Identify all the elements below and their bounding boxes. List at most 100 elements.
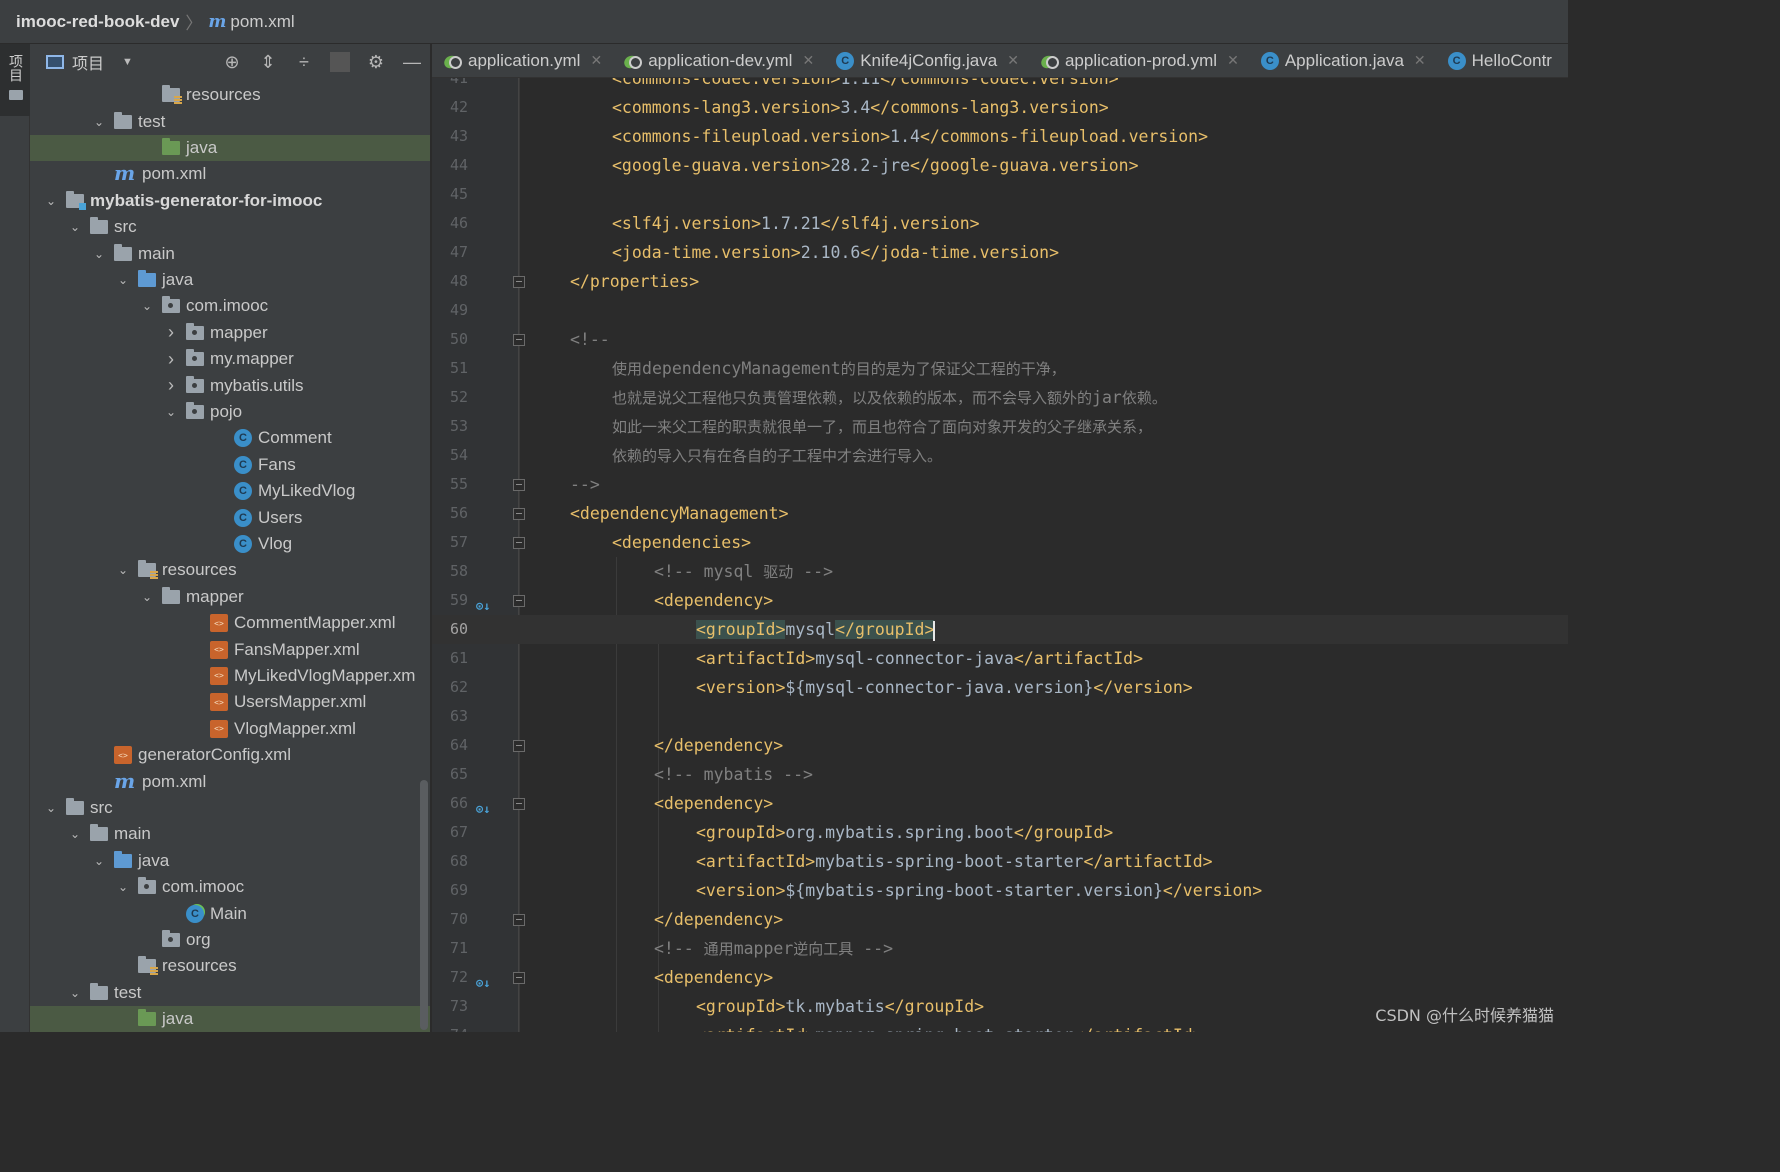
tree-item[interactable]: ⌄ com.imooc	[30, 293, 430, 319]
chevron-down-icon[interactable]: ⌄	[164, 405, 178, 419]
breadcrumb-file[interactable]: pom.xml	[230, 12, 294, 32]
fold-toggle-icon[interactable]	[513, 479, 525, 491]
fold-toggle-icon[interactable]	[513, 740, 525, 752]
tree-item[interactable]: ⌄ com.imooc	[30, 874, 430, 900]
chevron-right-icon[interactable]: ›	[164, 375, 178, 396]
tree-item[interactable]: ⌄CVlog	[30, 531, 430, 557]
chevron-down-icon[interactable]: ⌄	[140, 299, 154, 313]
tree-item[interactable]: ⌄CMain	[30, 900, 430, 926]
editor-tab[interactable]: application-dev.yml ✕	[612, 44, 824, 77]
expand-all-icon[interactable]: ⇕	[258, 52, 278, 73]
chevron-down-icon[interactable]: ⌄	[92, 247, 106, 261]
tree-item[interactable]: ⌄ test	[30, 108, 430, 134]
fold-toggle-icon[interactable]	[513, 508, 525, 520]
chevron-right-icon[interactable]: ›	[164, 349, 178, 370]
code-line[interactable]: 51 使用dependencyManagement的目的是为了保证父工程的干净，	[432, 354, 1568, 383]
code-line[interactable]: 70 </dependency>	[432, 905, 1568, 934]
fold-toggle-icon[interactable]	[513, 972, 525, 984]
tree-item[interactable]: ⌄java	[30, 267, 430, 293]
chevron-down-icon[interactable]: ⌄	[92, 854, 106, 868]
close-icon[interactable]: ✕	[802, 52, 814, 69]
fold-toggle-icon[interactable]	[513, 334, 525, 346]
tree-item[interactable]: ⌄<>UsersMapper.xml	[30, 689, 430, 715]
code-line[interactable]: 46 <slf4j.version>1.7.21</slf4j.version>	[432, 209, 1568, 238]
gear-icon[interactable]: ⚙	[366, 52, 386, 73]
code-line[interactable]: 69 <version>${mybatis-spring-boot-starter…	[432, 876, 1568, 905]
tree-item[interactable]: ⌄java	[30, 1006, 430, 1032]
tree-item[interactable]: ⌄java	[30, 134, 430, 162]
chevron-down-icon[interactable]: ⌄	[44, 194, 58, 208]
tree-item[interactable]: ⌄ mapper	[30, 584, 430, 610]
editor-tab[interactable]: C Application.java ✕	[1249, 44, 1436, 77]
code-line[interactable]: 56 <dependencyManagement>	[432, 499, 1568, 528]
chevron-down-icon[interactable]: ⌄	[92, 115, 106, 129]
code-line[interactable]: 49	[432, 296, 1568, 325]
chevron-down-icon[interactable]: ⌄	[44, 801, 58, 815]
code-line[interactable]: 41 <commons-codec.version>1.11</commons-c…	[432, 78, 1568, 93]
fold-toggle-icon[interactable]	[513, 595, 525, 607]
code-line[interactable]: 62 <version>${mysql-connector-java.versio…	[432, 673, 1568, 702]
code-line[interactable]: 61 <artifactId>mysql-connector-java</arti…	[432, 644, 1568, 673]
tree-item[interactable]: ⌄CComment	[30, 425, 430, 451]
collapse-all-icon[interactable]: ÷	[294, 52, 314, 73]
tree-item[interactable]: ⌄ main	[30, 821, 430, 847]
tree-item[interactable]: ⌄resources	[30, 82, 430, 108]
code-line[interactable]: 42 <commons-lang3.version>3.4</commons-la…	[432, 93, 1568, 122]
tree-item[interactable]: › mybatis.utils	[30, 372, 430, 398]
code-line[interactable]: 68 <artifactId>mybatis-spring-boot-starte…	[432, 847, 1568, 876]
editor-tab[interactable]: application.yml ✕	[432, 44, 612, 77]
chevron-down-icon[interactable]: ⌄	[68, 986, 82, 1000]
tree-item[interactable]: ⌄mpom.xml	[30, 161, 430, 187]
tree-item[interactable]: ⌄<>CommentMapper.xml	[30, 610, 430, 636]
code-line[interactable]: 53 如此一来父工程的职责就很单一了，而且也符合了面向对象开发的父子继承关系，	[432, 412, 1568, 441]
tree-item[interactable]: ⌄CFans	[30, 452, 430, 478]
code-line[interactable]: 58 <!-- mysql 驱动 -->	[432, 557, 1568, 586]
code-line[interactable]: 52 也就是说父工程他只负责管理依赖，以及依赖的版本，而不会导入额外的jar依赖。	[432, 383, 1568, 412]
locate-icon[interactable]: ⊕	[222, 52, 242, 73]
tree-item[interactable]: ⌄ pojo	[30, 399, 430, 425]
chevron-down-icon[interactable]: ⌄	[116, 880, 130, 894]
code-line[interactable]: 72 ⊙↓ <dependency>	[432, 963, 1568, 992]
chevron-down-icon[interactable]: ⌄	[68, 220, 82, 234]
tree-item[interactable]: ⌄ mybatis-generator-for-imooc	[30, 188, 430, 214]
editor-tab[interactable]: C Knife4jConfig.java ✕	[824, 44, 1029, 77]
code-line[interactable]: 47 <joda-time.version>2.10.6</joda-time.v…	[432, 238, 1568, 267]
chevron-right-icon[interactable]: ›	[164, 322, 178, 343]
overridden-marker-icon[interactable]: ⊙↓	[476, 795, 494, 816]
editor-tab[interactable]: C HelloContr	[1436, 44, 1562, 77]
tree-item[interactable]: ⌄resources	[30, 953, 430, 979]
code-line[interactable]: 48 </properties>	[432, 267, 1568, 296]
fold-toggle-icon[interactable]	[513, 914, 525, 926]
hide-icon[interactable]: —	[402, 52, 422, 73]
tree-item[interactable]: ⌄CMyLikedVlog	[30, 478, 430, 504]
code-line[interactable]: 45	[432, 180, 1568, 209]
close-icon[interactable]: ✕	[1414, 52, 1426, 69]
project-view-selector[interactable]: 项目	[72, 50, 104, 74]
chevron-down-icon[interactable]: ⌄	[68, 827, 82, 841]
code-line[interactable]: 71 <!-- 通用mapper逆向工具 -->	[432, 934, 1568, 963]
tree-item[interactable]: › my.mapper	[30, 346, 430, 372]
tree-item[interactable]: ⌄mpom.xml	[30, 768, 430, 794]
close-icon[interactable]: ✕	[1007, 52, 1019, 69]
code-line[interactable]: 64 </dependency>	[432, 731, 1568, 760]
chevron-down-icon[interactable]: ⌄	[140, 590, 154, 604]
tree-item[interactable]: ⌄java	[30, 848, 430, 874]
tree-item[interactable]: ⌄ src	[30, 214, 430, 240]
code-line[interactable]: 43 <commons-fileupload.version>1.4</commo…	[432, 122, 1568, 151]
chevron-down-icon[interactable]: ▼	[122, 56, 133, 68]
code-line[interactable]: 60 <groupId>mysql</groupId>	[432, 615, 1568, 644]
code-line[interactable]: 57 <dependencies>	[432, 528, 1568, 557]
editor-tab[interactable]: application-prod.yml ✕	[1029, 44, 1249, 77]
tree-item[interactable]: ⌄ src	[30, 795, 430, 821]
breadcrumb-project[interactable]: imooc-red-book-dev	[16, 12, 179, 32]
overridden-marker-icon[interactable]: ⊙↓	[476, 592, 494, 613]
tree-item[interactable]: ⌄<>VlogMapper.xml	[30, 716, 430, 742]
code-line[interactable]: 44 <google-guava.version>28.2-jre</google…	[432, 151, 1568, 180]
code-line[interactable]: 50 <!--	[432, 325, 1568, 354]
fold-toggle-icon[interactable]	[513, 537, 525, 549]
chevron-down-icon[interactable]: ⌄	[116, 273, 130, 287]
code-line[interactable]: 67 <groupId>org.mybatis.spring.boot</grou…	[432, 818, 1568, 847]
code-line[interactable]: 63	[432, 702, 1568, 731]
tree-item[interactable]: ⌄resources	[30, 557, 430, 583]
code-line[interactable]: 54 依赖的导入只有在各自的子工程中才会进行导入。	[432, 441, 1568, 470]
